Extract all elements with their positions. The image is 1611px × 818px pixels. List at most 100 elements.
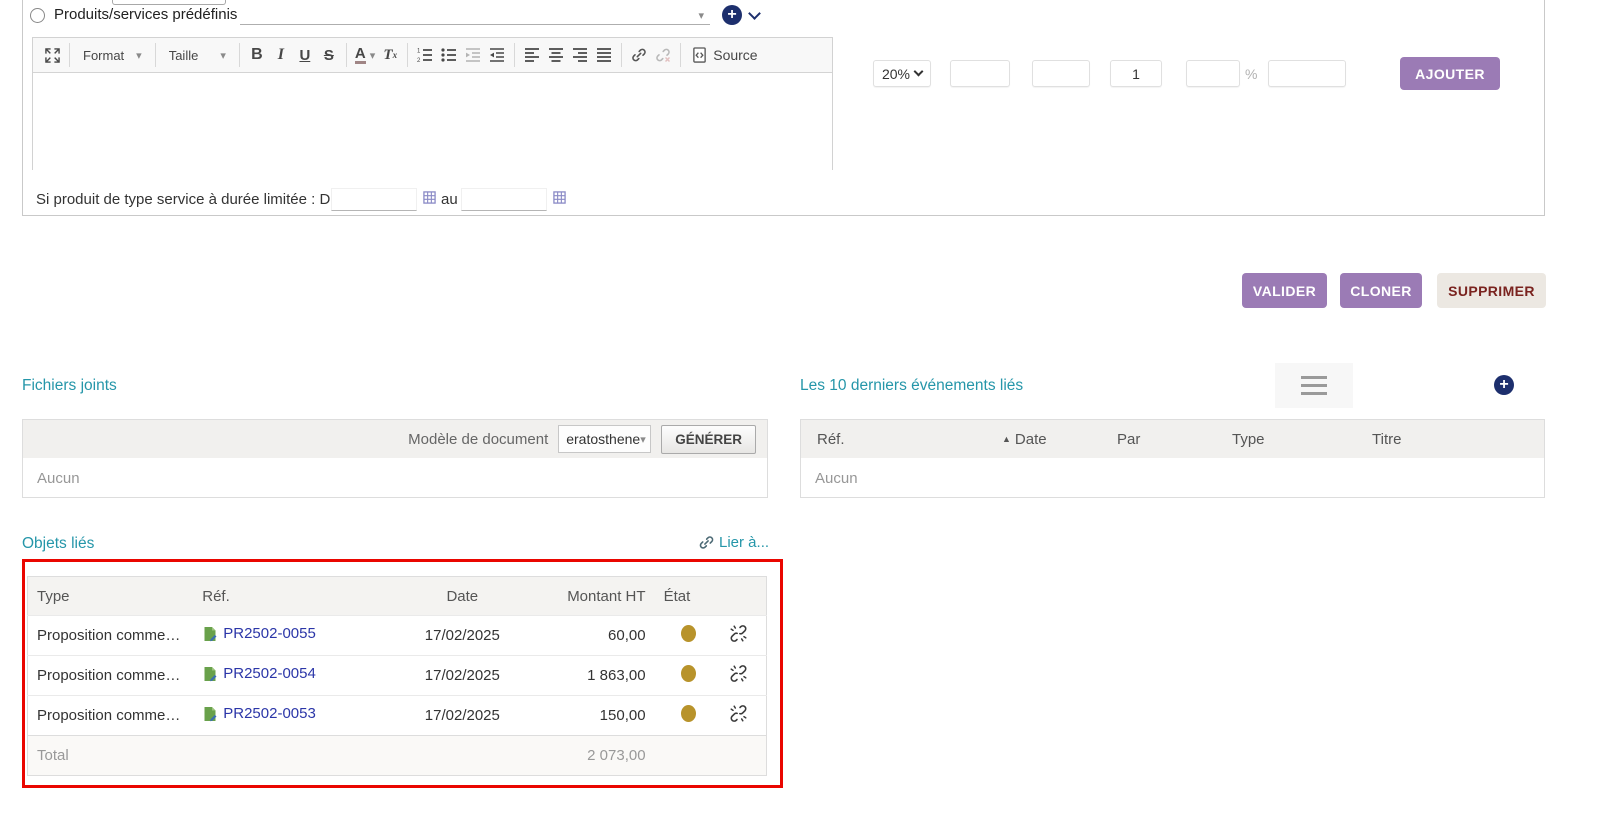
service-end-date-input[interactable] [461,188,547,211]
status-open-icon [681,705,696,722]
price-ttc-input[interactable] [1032,60,1090,87]
cropped-element-above [112,0,226,5]
indent-icon[interactable] [485,42,509,68]
justify-icon[interactable] [592,42,616,68]
proposal-doc-icon [202,626,218,642]
maximize-icon[interactable] [40,42,64,68]
add-line-button[interactable]: AJOUTER [1400,57,1500,90]
align-right-icon[interactable] [568,42,592,68]
calendar-icon[interactable] [553,191,566,209]
bold-icon[interactable]: B [245,42,269,68]
unlink-object-icon[interactable] [730,709,747,726]
proposal-ref-link[interactable]: PR2502-0055 [202,625,316,642]
total-amount: 2 073,00 [510,736,655,776]
select-arrow-icon: ▾ [698,9,704,22]
row-type: Proposition comme… [28,656,194,696]
link-to-link[interactable]: Lier à... [699,534,769,551]
discount-input[interactable] [1186,60,1240,87]
select-arrow-icon: ▾ [220,49,226,62]
sort-asc-icon: ▲ [1002,434,1011,444]
attachments-title: Fichiers joints [22,377,117,395]
service-au-label: au [441,191,458,208]
clone-button[interactable]: CLONER [1340,273,1422,308]
strikethrough-icon[interactable]: S [317,42,341,68]
calendar-icon[interactable] [423,191,436,209]
table-row: Proposition comme… PR2502-0054 17/02/202… [28,656,767,696]
align-left-icon[interactable] [520,42,544,68]
validate-button[interactable]: VALIDER [1242,273,1327,308]
select-arrow-icon: ▾ [640,433,646,446]
events-col-par[interactable]: Par [1101,431,1216,448]
table-row: Proposition comme… PR2502-0053 17/02/202… [28,696,767,736]
service-duration-label: Si produit de type service à durée limit… [36,191,339,208]
hamburger-menu-icon[interactable] [1275,363,1353,408]
attachments-table: Modèle de document eratosthene ▾ GÉNÉRER… [22,419,768,498]
unlink-object-icon[interactable] [730,669,747,686]
chain-icon [699,535,714,550]
select-arrow-icon: ▾ [136,49,142,62]
events-col-ref[interactable]: Réf. [801,431,986,448]
linked-objects-header: Type Réf. Date Montant HT État [28,577,767,616]
attachments-empty: Aucun [23,458,767,498]
proposal-doc-icon [202,706,218,722]
generate-button[interactable]: GÉNÉRER [661,425,756,454]
proposal-ref-link[interactable]: PR2502-0054 [202,665,316,682]
doc-model-select[interactable]: eratosthene ▾ [558,425,651,453]
events-col-date[interactable]: ▲ Date [986,431,1101,448]
italic-icon[interactable]: I [269,42,293,68]
linked-objects-title: Objets liés [22,535,94,553]
description-textarea[interactable] [33,73,832,170]
align-center-icon[interactable] [544,42,568,68]
service-start-date-input[interactable] [331,188,417,211]
qty-input[interactable] [1110,60,1162,87]
source-button[interactable]: Source [686,42,763,68]
bullet-list-icon[interactable] [437,42,461,68]
proposal-doc-icon [202,666,218,682]
ordered-list-icon[interactable]: 12 [413,42,437,68]
vat-select[interactable]: 20% [873,60,931,87]
events-title: Les 10 derniers événements liés [800,377,1023,395]
remove-format-icon[interactable]: Tx [378,42,402,68]
linked-objects-table: Type Réf. Date Montant HT État Propositi… [27,576,767,776]
events-col-type[interactable]: Type [1216,431,1356,448]
events-empty: Aucun [801,458,1544,498]
row-amount: 150,00 [510,696,655,736]
col-type: Type [28,577,194,616]
predefined-product-radio[interactable] [30,8,45,23]
events-col-titre[interactable]: Titre [1356,431,1401,448]
add-product-icon[interactable]: + [722,5,742,25]
text-color-icon[interactable]: A ▾ [352,42,378,68]
select-arrow-icon: ▾ [370,49,376,62]
col-actions [721,577,766,616]
size-dropdown[interactable]: Taille ▾ [161,42,234,68]
row-date: 17/02/2025 [415,696,510,736]
row-type: Proposition comme… [28,616,194,656]
format-dropdown[interactable]: Format ▾ [75,42,150,68]
svg-text:1: 1 [417,48,421,54]
row-amount: 1 863,00 [510,656,655,696]
predefined-product-label: Produits/services prédéfinis [54,6,237,23]
product-select[interactable]: ▾ [240,2,710,25]
attachments-header: Modèle de document eratosthene ▾ GÉNÉRER [23,420,767,458]
unlink-icon[interactable] [651,42,675,68]
source-icon [692,47,707,63]
link-icon[interactable] [627,42,651,68]
status-open-icon [681,625,696,642]
row-type: Proposition comme… [28,696,194,736]
unlink-object-icon[interactable] [730,629,747,646]
proposal-ref-link[interactable]: PR2502-0053 [202,705,316,722]
delete-button[interactable]: SUPPRIMER [1437,273,1546,308]
underline-icon[interactable]: U [293,42,317,68]
row-date: 17/02/2025 [415,616,510,656]
col-ref: Réf. [193,577,415,616]
events-table: Réf. ▲ Date Par Type Titre Aucun [800,419,1545,498]
events-header: Réf. ▲ Date Par Type Titre [801,420,1544,458]
percent-suffix: % [1245,66,1257,82]
add-event-icon[interactable]: + [1494,375,1514,395]
col-date: Date [415,577,510,616]
outdent-icon[interactable] [461,42,485,68]
price-input[interactable] [950,60,1010,87]
select-arrow-icon [914,67,924,77]
extra-input[interactable] [1268,60,1346,87]
doc-model-label: Modèle de document [408,431,548,448]
